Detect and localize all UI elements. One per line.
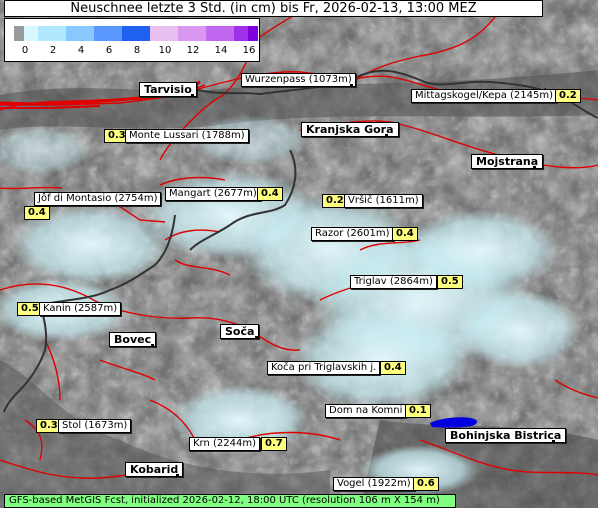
legend-seg-1 <box>24 26 38 41</box>
town-marker <box>151 344 154 347</box>
legend-seg-5 <box>122 26 150 41</box>
legend-tick: 0 <box>21 45 29 56</box>
snow-value-mittagskogel: 0.2 <box>555 89 581 103</box>
peak-label-vogel[interactable]: Vogel (1922m) <box>333 477 415 491</box>
legend-tick: 2 <box>49 45 57 56</box>
snow-value-jof-di-montasio: 0.4 <box>24 206 50 220</box>
town-label-soca[interactable]: Soča <box>220 324 260 339</box>
snow-value-vogel: 0.6 <box>413 477 439 491</box>
peak-label-koca-pri-triglavskih[interactable]: Koča pri Triglavskih j. <box>267 361 381 375</box>
peak-label-stol[interactable]: Stol (1673m) <box>58 419 132 433</box>
peak-label-vrsic[interactable]: Vršič (1611m) <box>344 194 423 208</box>
legend-seg-9 <box>234 26 248 41</box>
forecast-footer: GFS-based MetGIS Fcst, initialized 2026-… <box>4 494 456 508</box>
town-marker <box>176 474 179 477</box>
town-marker <box>552 440 555 443</box>
peak-label-krn[interactable]: Krn (2244m) <box>189 437 261 451</box>
town-marker <box>385 134 388 137</box>
town-marker <box>191 94 194 97</box>
town-label-bohinjska-bistrica[interactable]: Bohinjska Bistrica <box>445 428 567 443</box>
map-title: Neuschnee letzte 3 Std. (in cm) bis Fr, … <box>4 0 543 17</box>
legend-seg-0 <box>14 26 24 41</box>
legend-seg-6 <box>150 26 178 41</box>
town-label-kranjska-gora[interactable]: Kranjska Gora <box>301 122 399 137</box>
snow-value-razor: 0.4 <box>392 227 418 241</box>
snow-legend: 0 2 4 6 8 10 12 14 16 <box>4 18 260 62</box>
legend-seg-3 <box>66 26 94 41</box>
peak-label-dom-na-komni[interactable]: Dom na Komni <box>325 404 407 418</box>
legend-seg-2 <box>38 26 66 41</box>
legend-tick: 10 <box>158 45 172 56</box>
town-marker <box>533 166 536 169</box>
snow-value-triglav: 0.5 <box>437 275 463 289</box>
legend-seg-8 <box>206 26 234 41</box>
legend-seg-10 <box>248 26 258 41</box>
peak-marker <box>350 84 353 87</box>
peak-label-monte-lussari[interactable]: Monte Lussari (1788m) <box>125 129 249 143</box>
legend-tick: 12 <box>186 45 200 56</box>
legend-seg-7 <box>178 26 206 41</box>
snow-value-krn: 0.7 <box>261 437 287 451</box>
snow-value-koca-pri-triglavskih: 0.4 <box>380 361 406 375</box>
peak-label-triglav[interactable]: Triglav (2864m) <box>350 275 437 289</box>
town-label-tarvisio[interactable]: Tarvisio <box>139 82 197 97</box>
town-label-bovec[interactable]: Bovec <box>109 332 157 347</box>
legend-tick: 14 <box>214 45 228 56</box>
peak-label-kanin[interactable]: Kanin (2587m) <box>39 302 122 316</box>
town-marker <box>255 336 258 339</box>
legend-tick: 16 <box>242 45 256 56</box>
legend-tick: 6 <box>105 45 113 56</box>
legend-tick: 8 <box>133 45 141 56</box>
peak-label-jof-di-montasio[interactable]: Jôf di Montasio (2754m) <box>34 192 162 206</box>
snow-value-dom-na-komni: 0.1 <box>405 404 431 418</box>
peak-label-mangart[interactable]: Mangart (2677m) <box>165 187 261 201</box>
peak-label-wurzenpass[interactable]: Wurzenpass (1073m) <box>241 73 356 87</box>
peak-label-mittagskogel[interactable]: Mittagskogel/Kepa (2145m) <box>411 89 557 103</box>
peak-label-razor[interactable]: Razor (2601m) <box>311 227 394 241</box>
forecast-map: Neuschnee letzte 3 Std. (in cm) bis Fr, … <box>0 0 598 508</box>
legend-seg-4 <box>94 26 122 41</box>
town-label-kobarid[interactable]: Kobarid <box>125 462 184 477</box>
legend-tick: 4 <box>77 45 85 56</box>
snow-value-mangart: 0.4 <box>257 187 283 201</box>
